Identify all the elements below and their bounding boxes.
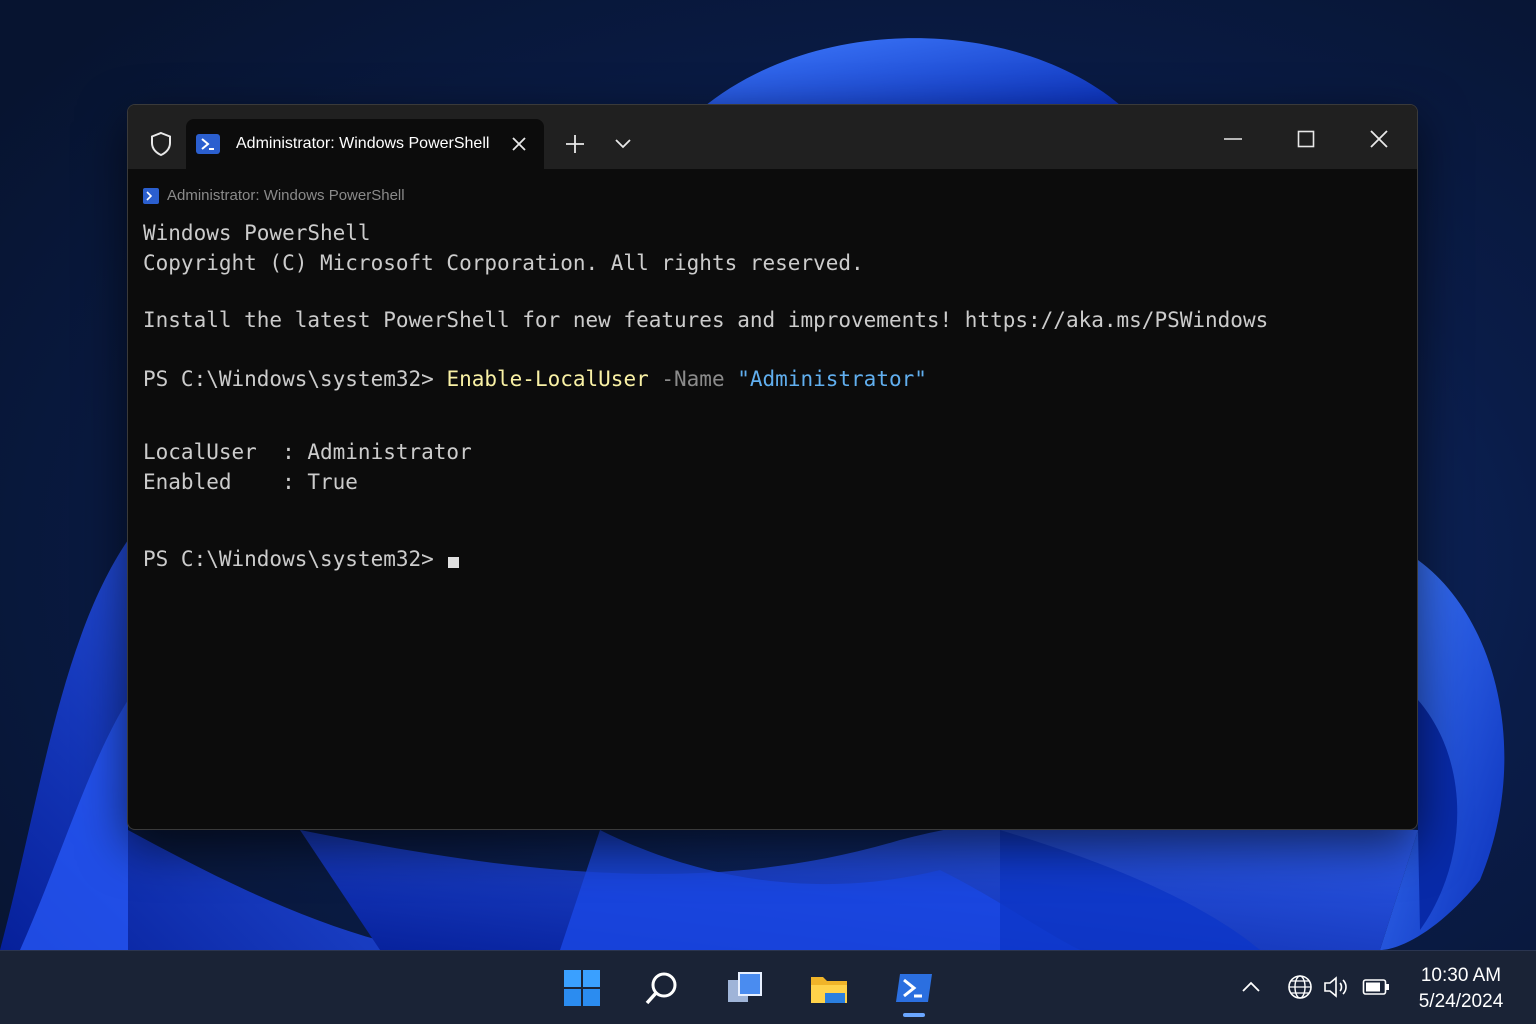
- tab-close-button[interactable]: [508, 133, 530, 155]
- search-icon[interactable]: [641, 967, 683, 1009]
- parameter-text: -Name: [648, 367, 738, 391]
- new-tab-button[interactable]: [562, 131, 588, 157]
- output-line-2: Enabled : True: [143, 470, 358, 494]
- active-app-indicator: [903, 1013, 925, 1017]
- plus-icon: [566, 135, 584, 153]
- globe-icon[interactable]: [1286, 973, 1314, 1001]
- banner-line-2: Copyright (C) Microsoft Corporation. All…: [143, 251, 864, 275]
- output-line-1: LocalUser : Administrator: [143, 440, 472, 464]
- taskbar: 10:30 AM 5/24/2024: [0, 950, 1536, 1024]
- chevron-up-icon[interactable]: [1237, 973, 1265, 1001]
- command-text: Enable-LocalUser: [446, 367, 649, 391]
- prompt-line: PS C:\Windows\system32>: [143, 547, 460, 571]
- system-clock[interactable]: 10:30 AM 5/24/2024: [1405, 963, 1517, 1015]
- battery-icon[interactable]: [1362, 973, 1390, 1001]
- cursor: [448, 557, 460, 568]
- minimize-icon: [1224, 138, 1242, 140]
- install-line: Install the latest PowerShell for new fe…: [143, 308, 1269, 332]
- close-icon: [512, 137, 526, 151]
- maximize-button[interactable]: [1283, 121, 1329, 157]
- tab-powershell[interactable]: Administrator: Windows PowerShell: [186, 119, 544, 169]
- tab-dropdown-button[interactable]: [610, 131, 636, 157]
- task-view-icon[interactable]: [724, 967, 766, 1009]
- clock-time: 10:30 AM: [1420, 965, 1502, 986]
- shield-icon: [144, 127, 178, 161]
- powershell-icon: [196, 134, 220, 154]
- powershell-icon: [143, 187, 159, 204]
- window-close-button[interactable]: [1356, 121, 1402, 157]
- volume-icon[interactable]: [1322, 973, 1350, 1001]
- chevron-down-icon: [615, 139, 631, 149]
- start-icon[interactable]: [561, 967, 603, 1009]
- ghost-title: Administrator: Windows PowerShell: [143, 187, 405, 204]
- prompt: PS C:\Windows\system32>: [143, 367, 447, 391]
- file-explorer-icon[interactable]: [808, 967, 850, 1009]
- close-icon: [1370, 130, 1388, 148]
- terminal-output[interactable]: Administrator: Windows PowerShell Window…: [128, 169, 1417, 829]
- clock-date: 5/24/2024: [1418, 991, 1504, 1012]
- banner-line-1: Windows PowerShell: [143, 221, 371, 245]
- title-bar[interactable]: Administrator: Windows PowerShell: [128, 105, 1417, 169]
- command-line: PS C:\Windows\system32> Enable-LocalUser…: [143, 367, 927, 391]
- minimize-button[interactable]: [1210, 121, 1256, 157]
- maximize-icon: [1297, 130, 1315, 148]
- argument-text: "Administrator": [737, 367, 927, 391]
- tab-title: Administrator: Windows PowerShell: [236, 135, 490, 152]
- prompt: PS C:\Windows\system32>: [143, 547, 447, 571]
- powershell-taskbar-icon[interactable]: [893, 967, 935, 1009]
- terminal-window: Administrator: Windows PowerShell Admini…: [127, 104, 1418, 830]
